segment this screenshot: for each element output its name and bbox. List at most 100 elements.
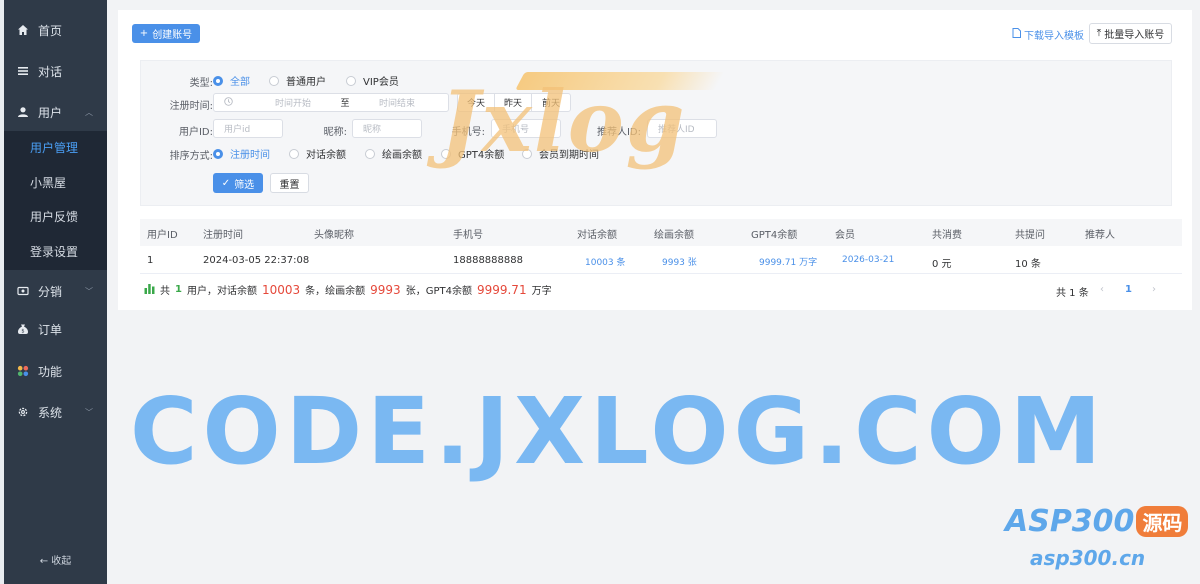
table-row: 1 2024-03-05 22:37:08 18888888888 10003 …: [140, 246, 1182, 274]
cell-vip-expiry[interactable]: 2026-03-21: [842, 255, 894, 265]
watermark-url: asp300.cn: [1030, 546, 1146, 570]
svg-text:$: $: [21, 329, 24, 335]
watermark-brand-text: ASP300: [1005, 504, 1135, 539]
radio-circle: [289, 148, 299, 159]
sidebar-item-features[interactable]: 功能: [4, 353, 107, 389]
sidebar-item-home[interactable]: 首页: [4, 12, 107, 48]
chevron-down-icon: ﹀: [85, 287, 93, 296]
plus-icon: +: [139, 28, 149, 39]
sort-radio-draw-balance[interactable]: 绘画余额: [365, 146, 422, 161]
watermark-corner-brand: ASP300 源码: [1005, 504, 1189, 539]
sidebar-item-system[interactable]: 系统 ﹀: [4, 394, 107, 430]
radio-label: 绘画余额: [382, 150, 422, 161]
column-header: 共提问: [1015, 230, 1045, 241]
cell-reg-time: 2024-03-05 22:37:08: [203, 255, 310, 266]
reset-button[interactable]: 重置: [270, 173, 309, 193]
summary-text: 张，GPT4余额: [405, 286, 472, 297]
bar-chart-icon: [144, 283, 155, 297]
column-header: 会员: [835, 230, 855, 241]
summary-draw-total: 9993: [370, 282, 401, 297]
reg-time-label: 注册时间:: [169, 101, 213, 112]
user-icon: [16, 105, 30, 119]
grid-dots-icon: [16, 364, 30, 378]
sort-radio-reg-time[interactable]: 注册时间: [213, 146, 270, 161]
radio-label: 对话余额: [306, 150, 346, 161]
type-radio-normal[interactable]: 普通用户: [269, 73, 326, 88]
cell-spent: 0 元: [932, 259, 952, 270]
column-header: 头像昵称: [314, 230, 354, 241]
summary-prefix: 共: [160, 286, 170, 297]
submenu-item-blacklist[interactable]: 小黑屋: [4, 166, 107, 200]
reg-time-range-picker[interactable]: 时间开始 至 时间结束: [213, 93, 449, 112]
start-time-placeholder: 时间开始: [274, 99, 311, 109]
filter-submit-button[interactable]: ✓ 筛选: [213, 173, 263, 193]
submenu-item-feedback[interactable]: 用户反馈: [4, 200, 107, 234]
download-template-link[interactable]: 下载导入模板: [1012, 27, 1084, 42]
end-time-placeholder: 时间结束: [378, 99, 415, 109]
submenu-item-login-settings[interactable]: 登录设置: [4, 235, 107, 269]
sidebar-item-label: 用户: [38, 105, 63, 120]
collapse-sidebar-button[interactable]: ← 收起: [4, 548, 107, 576]
sort-label: 排序方式:: [169, 151, 213, 162]
radio-circle: [365, 148, 375, 159]
sidebar: 首页 对话 用户 ︿ 用户管理 小黑屋 用户反馈 登录设置 分销 ﹀ $ 订单: [0, 0, 107, 584]
column-header: 推荐人: [1085, 230, 1115, 241]
summary-text: 万字: [531, 286, 552, 297]
column-header: 手机号: [453, 230, 483, 241]
batch-import-label: 批量导入账号: [1104, 30, 1165, 41]
user-id-input[interactable]: 用户id: [213, 119, 283, 138]
submenu-item-user-management[interactable]: 用户管理: [4, 131, 107, 165]
sidebar-item-chat[interactable]: 对话: [4, 53, 107, 89]
summary-text: 用户，对话余额: [186, 286, 257, 297]
watermark-logo: Jxlog: [440, 72, 687, 171]
distribution-icon: [16, 284, 30, 298]
sidebar-item-label: 分销: [38, 284, 63, 299]
document-icon: [1012, 28, 1021, 41]
sidebar-item-label: 功能: [38, 364, 63, 379]
clock-icon: [224, 96, 233, 109]
column-header: 共消费: [932, 230, 962, 241]
cell-chat-balance[interactable]: 10003 条: [585, 255, 626, 268]
cell-draw-balance[interactable]: 9993 张: [662, 255, 697, 268]
radio-circle: [269, 75, 279, 86]
download-template-label: 下载导入模板: [1024, 31, 1084, 42]
summary-gpt4-total: 9999.71: [476, 282, 527, 297]
sidebar-item-label: 系统: [38, 405, 63, 420]
pagination-page[interactable]: 1: [1125, 284, 1132, 295]
cell-gpt4-balance[interactable]: 9999.71 万字: [759, 255, 817, 268]
nickname-input[interactable]: 昵称: [352, 119, 422, 138]
user-id-label: 用户ID:: [178, 127, 213, 138]
create-account-button[interactable]: + 创建账号: [132, 24, 200, 43]
sidebar-item-orders[interactable]: $ 订单: [4, 311, 107, 347]
table-header: 用户ID 注册时间 头像昵称 手机号 对话余额 绘画余额 GPT4余额 会员 共…: [140, 219, 1182, 246]
type-radio-all[interactable]: 全部: [213, 73, 250, 88]
cell-phone: 18888888888: [453, 255, 523, 266]
arrow-left-icon: ←: [39, 556, 49, 567]
pagination-total: 共 1 条: [1056, 288, 1089, 299]
sidebar-item-user[interactable]: 用户 ︿: [4, 94, 107, 130]
check-icon: ✓: [221, 177, 231, 189]
radio-circle: [213, 75, 223, 86]
sidebar-item-label: 订单: [38, 322, 63, 337]
sidebar-item-label: 首页: [38, 23, 63, 38]
upload-icon: ⤒: [1096, 28, 1102, 39]
pagination-prev-icon[interactable]: ‹: [1100, 284, 1104, 295]
chevron-up-icon: ︿: [85, 108, 93, 117]
sort-radio-chat-balance[interactable]: 对话余额: [289, 146, 346, 161]
table-summary: 共 1 用户，对话余额 10003 条，绘画余额 9993 张，GPT4余额 9…: [144, 282, 552, 297]
watermark-logo-text: Jxlog: [440, 72, 687, 171]
type-radio-vip[interactable]: VIP会员: [346, 73, 399, 88]
range-separator: 至: [340, 99, 350, 109]
batch-import-button[interactable]: ⤒ 批量导入账号: [1089, 23, 1172, 44]
summary-text: 条，绘画余额: [305, 286, 366, 297]
money-bag-icon: $: [16, 322, 30, 336]
cell-questions: 10 条: [1015, 259, 1041, 270]
type-label: 类型:: [189, 78, 213, 89]
watermark-badge: 源码: [1136, 506, 1189, 537]
collapse-label: 收起: [51, 556, 72, 567]
home-icon: [16, 23, 30, 37]
pagination-next-icon[interactable]: ›: [1152, 284, 1156, 295]
column-header: 绘画余额: [654, 230, 694, 241]
column-header: 用户ID: [147, 230, 178, 241]
sidebar-item-distribution[interactable]: 分销 ﹀: [4, 273, 107, 309]
